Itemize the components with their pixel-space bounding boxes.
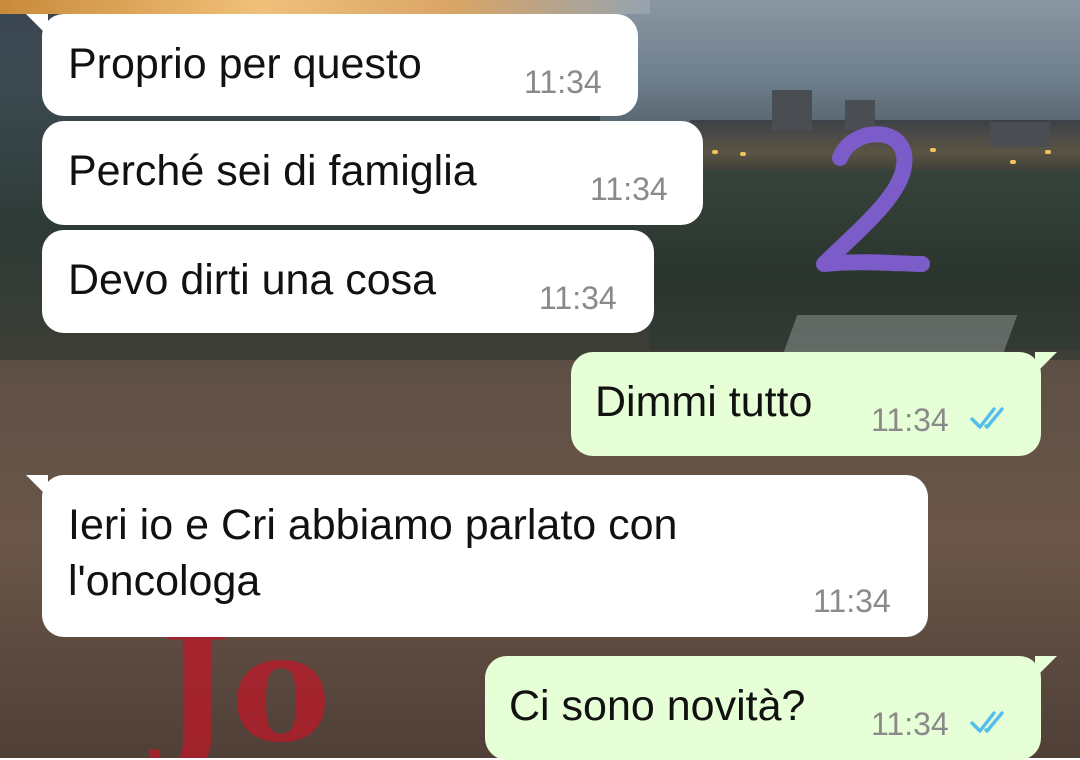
message-bubble-outgoing[interactable]: Ci sono novità? 11:34 xyxy=(485,656,1057,760)
message-time: 11:34 xyxy=(590,171,668,207)
message-bubble-incoming[interactable]: Ieri io e Cri abbiamo parlato con l'onco… xyxy=(26,475,928,637)
wallpaper-sunset-strip xyxy=(0,0,650,14)
message-bubble-incoming[interactable]: Devo dirti una cosa 11:34 xyxy=(42,230,654,333)
message-text: Perché sei di famiglia xyxy=(68,147,477,195)
message-text: Proprio per questo xyxy=(68,40,422,88)
message-time: 11:34 xyxy=(539,280,617,316)
message-time: 11:34 xyxy=(871,706,949,742)
message-time: 11:34 xyxy=(813,583,891,619)
wallpaper-building xyxy=(772,90,812,130)
message-text: Ieri io e Cri abbiamo parlato con l'onco… xyxy=(68,501,690,605)
bubble-tail xyxy=(26,475,48,497)
message-time: 11:34 xyxy=(524,64,602,100)
wallpaper-light xyxy=(1045,150,1051,154)
message-bubble-incoming[interactable]: Perché sei di famiglia 11:34 xyxy=(42,121,703,225)
annotation-number-two xyxy=(816,126,930,272)
double-check-icon xyxy=(970,407,1004,429)
message-bubble-incoming[interactable]: Proprio per questo 11:34 xyxy=(26,14,638,116)
message-bubble-outgoing[interactable]: Dimmi tutto 11:34 xyxy=(571,352,1057,456)
message-time: 11:34 xyxy=(871,402,949,438)
message-text: Devo dirti una cosa xyxy=(68,256,437,304)
wallpaper-light xyxy=(1010,160,1016,164)
message-text: Ci sono novità? xyxy=(509,682,806,730)
bubble-tail xyxy=(1035,352,1057,374)
double-check-icon xyxy=(970,711,1004,733)
bubble-tail xyxy=(26,14,48,36)
bubble-tail xyxy=(1035,656,1057,678)
wallpaper-light xyxy=(712,150,718,154)
message-text: Dimmi tutto xyxy=(595,378,813,426)
wallpaper-building xyxy=(990,122,1050,147)
wallpaper-path xyxy=(782,315,1018,355)
wallpaper-light xyxy=(740,152,746,156)
wallpaper-sea xyxy=(600,0,1080,130)
